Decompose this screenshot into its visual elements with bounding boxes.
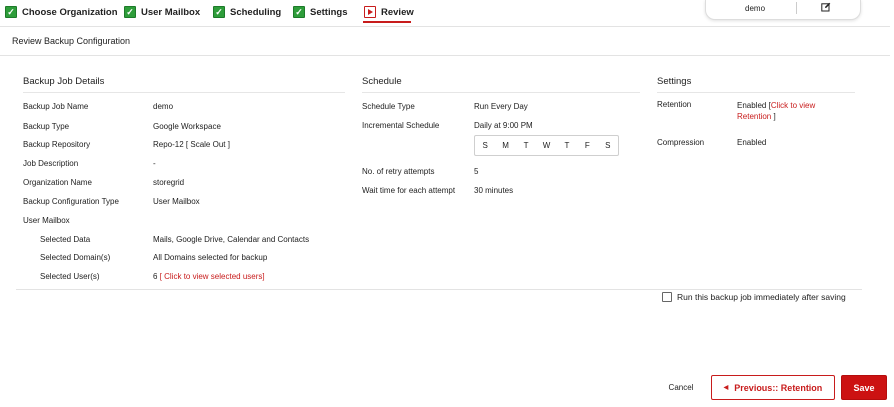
retry-attempts-value: 5	[474, 167, 479, 176]
step-settings[interactable]: ✓ Settings	[293, 5, 347, 19]
day-friday[interactable]: F	[577, 136, 597, 155]
day-wednesday[interactable]: W	[536, 136, 556, 155]
step-label: Choose Organization	[22, 6, 118, 18]
checkmark-icon: ✓	[5, 6, 17, 18]
run-now-option[interactable]: Run this backup job immediately after sa…	[662, 292, 846, 302]
step-choose-organization[interactable]: ✓ Choose Organization	[5, 5, 118, 19]
arrow-left-icon: ◀	[723, 385, 729, 391]
schedule-heading: Schedule	[362, 76, 402, 87]
step-label: Scheduling	[230, 6, 282, 18]
divider	[0, 55, 890, 56]
day-saturday[interactable]: S	[598, 136, 618, 155]
checkmark-icon: ✓	[124, 6, 136, 18]
compression-label: Compression	[657, 138, 705, 147]
wait-time-label: Wait time for each attempt	[362, 186, 456, 195]
step-user-mailbox[interactable]: ✓ User Mailbox	[124, 5, 200, 19]
job-details-heading: Backup Job Details	[23, 76, 105, 87]
cancel-button[interactable]: Cancel	[663, 377, 699, 397]
day-monday[interactable]: M	[495, 136, 515, 155]
backup-type-value: Google Workspace	[153, 122, 221, 131]
wait-time-value: 30 minutes	[474, 186, 514, 195]
section-divider	[657, 92, 855, 93]
page-title: Review Backup Configuration	[12, 36, 131, 46]
user-mailbox-label: User Mailbox	[23, 216, 70, 225]
user-tab	[705, 0, 861, 20]
selected-data-label: Selected Data	[40, 235, 91, 244]
job-description-label: Job Description	[23, 159, 79, 168]
schedule-type-label: Schedule Type	[362, 102, 415, 111]
section-divider	[23, 92, 345, 93]
save-button[interactable]: Save	[841, 375, 887, 400]
job-description-value: -	[153, 159, 156, 168]
job-name-label: Backup Job Name	[23, 102, 89, 111]
step-label: Settings	[310, 6, 348, 18]
backup-repository-value: Repo-12 [ Scale Out ]	[153, 140, 230, 149]
incremental-schedule-value: Daily at 9:00 PM	[474, 121, 533, 130]
organization-name-label: Organization Name	[23, 178, 92, 187]
tab-divider	[796, 2, 797, 14]
step-label: Review	[381, 6, 414, 18]
selected-users-value: 6 [ Click to view selected users]	[153, 272, 265, 281]
previous-button[interactable]: ◀ Previous:: Retention	[711, 375, 835, 400]
compression-value: Enabled	[737, 138, 767, 147]
run-now-label: Run this backup job immediately after sa…	[677, 292, 846, 302]
configuration-type-value: User Mailbox	[153, 197, 200, 206]
organization-name-value: storegrid	[153, 178, 185, 187]
user-name: demo	[745, 4, 766, 13]
selected-users-label: Selected User(s)	[40, 272, 100, 281]
weekday-selector: S M T W T F S	[474, 135, 619, 156]
day-thursday[interactable]: T	[557, 136, 577, 155]
step-review[interactable]: Review	[364, 5, 414, 19]
view-retention-link[interactable]: Click to view	[771, 101, 815, 110]
settings-heading: Settings	[657, 76, 692, 87]
retention-label: Retention	[657, 100, 692, 109]
view-selected-users-link[interactable]: [ Click to view selected users]	[160, 272, 265, 281]
day-tuesday[interactable]: T	[516, 136, 536, 155]
section-divider	[362, 92, 640, 93]
selected-data-value: Mails, Google Drive, Calendar and Contac…	[153, 235, 310, 244]
backup-repository-label: Backup Repository	[23, 140, 91, 149]
incremental-schedule-label: Incremental Schedule	[362, 121, 440, 130]
view-retention-link-cont[interactable]: Retention	[737, 112, 771, 121]
day-sunday[interactable]: S	[475, 136, 495, 155]
play-icon	[364, 6, 376, 18]
job-name-value: demo	[153, 102, 174, 111]
checkmark-icon: ✓	[293, 6, 305, 18]
divider	[16, 289, 862, 290]
bracket: ]	[773, 112, 776, 121]
retention-status: Enabled	[737, 101, 767, 110]
selected-users-count: 6	[153, 272, 158, 281]
step-scheduling[interactable]: ✓ Scheduling	[213, 5, 281, 19]
active-step-indicator	[363, 21, 411, 23]
retry-attempts-label: No. of retry attempts	[362, 167, 435, 176]
schedule-type-value: Run Every Day	[474, 102, 528, 111]
selected-domains-value: All Domains selected for backup	[153, 253, 268, 262]
checkmark-icon: ✓	[213, 6, 225, 18]
edit-icon[interactable]	[821, 2, 831, 12]
retention-value: Enabled [Click to view Retention ]	[737, 100, 815, 122]
configuration-type-label: Backup Configuration Type	[23, 197, 119, 206]
step-label: User Mailbox	[141, 6, 201, 18]
previous-button-label: Previous:: Retention	[734, 382, 823, 393]
selected-domains-label: Selected Domain(s)	[40, 253, 111, 262]
run-now-checkbox[interactable]	[662, 292, 672, 302]
divider	[0, 26, 890, 27]
backup-type-label: Backup Type	[23, 122, 70, 131]
